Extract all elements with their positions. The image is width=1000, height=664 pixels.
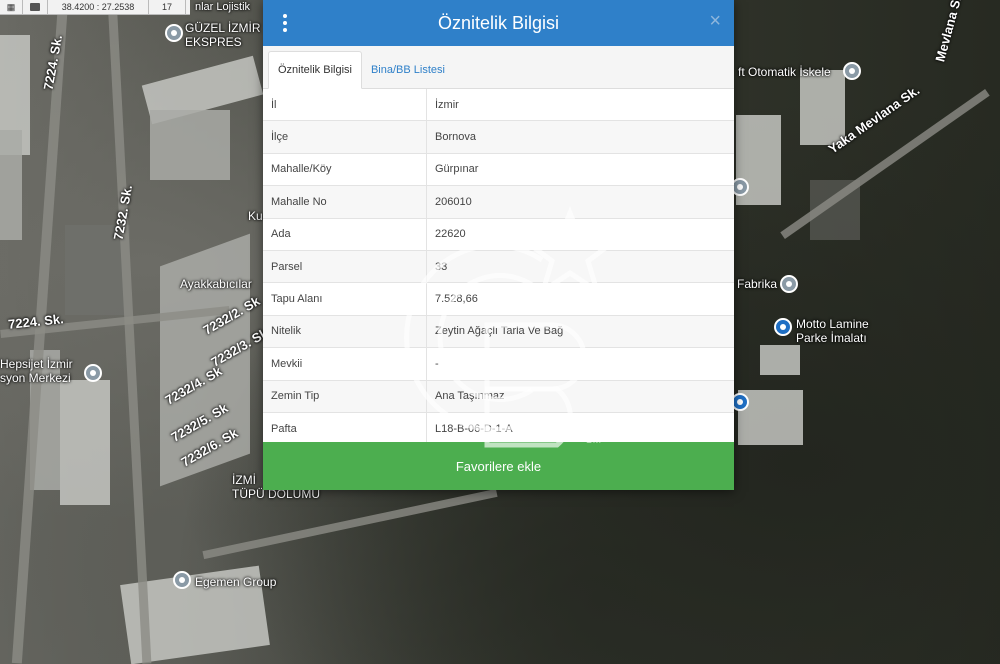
table-row: Mevkii - <box>263 347 734 381</box>
map-pin-icon[interactable] <box>843 62 861 80</box>
attribute-key: Pafta <box>263 411 427 445</box>
poi-label: İZMİ <box>232 473 256 487</box>
modal-tabs: Öznitelik Bilgisi Bina/BB Listesi <box>263 46 734 89</box>
table-row: Nitelik Zeytin Ağaçlı Tarla Ve Bağ <box>263 314 734 348</box>
table-row: Ada 22620 <box>263 217 734 251</box>
table-row: Mahalle No 206010 <box>263 185 734 219</box>
map-building <box>760 345 800 375</box>
tab-attribute-info[interactable]: Öznitelik Bilgisi <box>268 51 362 89</box>
attribute-value: 206010 <box>426 185 734 219</box>
street-label: Mevlana Sk. <box>932 0 967 64</box>
poi-label: Egemen Group <box>195 575 277 589</box>
attribute-key: Zemin Tip <box>263 379 427 413</box>
map-building <box>150 110 230 180</box>
zoom-level: 17 <box>149 0 186 14</box>
attribute-info-modal: Öznitelik Bilgisi × Öznitelik Bilgisi Bi… <box>263 0 734 490</box>
attribute-value: Bornova <box>426 120 734 154</box>
poi-label: Fabrika <box>737 277 778 291</box>
map-toolbar: ▦ 38.4200 : 27.2538 17 <box>0 0 190 15</box>
modal-header: Öznitelik Bilgisi × <box>263 0 734 46</box>
poi-label: Ayakkabıcılar <box>180 277 252 291</box>
poi-label: syon Merkezi <box>0 371 71 385</box>
attribute-key: İlçe <box>263 120 427 154</box>
poi-label: ft Otomatik İskele <box>738 65 831 79</box>
attribute-key: Mahalle No <box>263 185 427 219</box>
table-row: Zemin Tip Ana Taşınmaz <box>263 379 734 413</box>
attribute-value: Gürpınar <box>426 152 734 186</box>
poi-label: nlar Lojistik <box>195 1 251 13</box>
attribute-table: İl İzmir İlçe Bornova Mahalle/Köy Gürpınar Mah… <box>263 89 734 445</box>
map-pin-icon[interactable] <box>165 24 183 42</box>
toolbar-cell[interactable]: ▦ <box>0 0 23 14</box>
attribute-key: Tapu Alanı <box>263 282 427 316</box>
map-building <box>60 380 110 505</box>
attribute-key: Mahalle/Köy <box>263 152 427 186</box>
print-button[interactable] <box>23 0 48 14</box>
street-label: 7232. Sk. <box>110 183 136 242</box>
coordinates-readout: 38.4200 : 27.2538 <box>48 0 149 14</box>
attribute-value: 22620 <box>426 217 734 251</box>
poi-label: Parke İmalatı <box>796 331 867 345</box>
attribute-key: İl <box>263 89 427 121</box>
map-pin-icon[interactable] <box>84 364 102 382</box>
table-row: İl İzmir <box>263 89 734 121</box>
attribute-value: 33 <box>426 249 734 283</box>
table-row: İlçe Bornova <box>263 120 734 154</box>
print-icon <box>30 3 40 11</box>
poi-label: Hepsijet İzmir <box>0 357 73 371</box>
attribute-value: L18-B-06-D-1-A <box>426 411 734 445</box>
attribute-key: Ada <box>263 217 427 251</box>
attribute-value: İzmir <box>435 98 459 111</box>
grid-icon: ▦ <box>6 1 16 12</box>
table-row: Tapu Alanı 7.528,66 <box>263 282 734 316</box>
attribute-value: Ana Taşınmaz <box>426 379 734 413</box>
attribute-value: - <box>426 347 734 381</box>
map-pin-icon[interactable] <box>774 318 792 336</box>
map-building <box>0 130 22 240</box>
poi-label: Motto Lamine <box>796 317 869 331</box>
add-to-favorites-button[interactable]: Favorilere ekle <box>263 442 734 490</box>
map-pin-icon[interactable] <box>780 275 798 293</box>
poi-label: EKSPRES <box>185 35 242 49</box>
poi-label: GÜZEL İZMİR <box>185 21 261 35</box>
attribute-key: Parsel <box>263 249 427 283</box>
map-pin-icon[interactable] <box>173 571 191 589</box>
poi-label: Ku <box>248 209 263 223</box>
attribute-key: Nitelik <box>263 314 427 348</box>
attribute-value: Zeytin Ağaçlı Tarla Ve Bağ <box>426 314 734 348</box>
table-row: Mahalle/Köy Gürpınar <box>263 152 734 186</box>
table-row: Parsel 33 <box>263 249 734 283</box>
close-icon[interactable]: × <box>709 10 721 33</box>
kebab-menu-icon[interactable] <box>281 14 289 32</box>
table-row: Pafta L18-B-06-D-1-A <box>263 411 734 445</box>
tab-building-list[interactable]: Bina/BB Listesi <box>362 52 454 88</box>
attribute-value: 7.528,66 <box>426 282 734 316</box>
modal-title: Öznitelik Bilgisi <box>437 12 560 33</box>
attribute-key: Mevkii <box>263 347 427 381</box>
